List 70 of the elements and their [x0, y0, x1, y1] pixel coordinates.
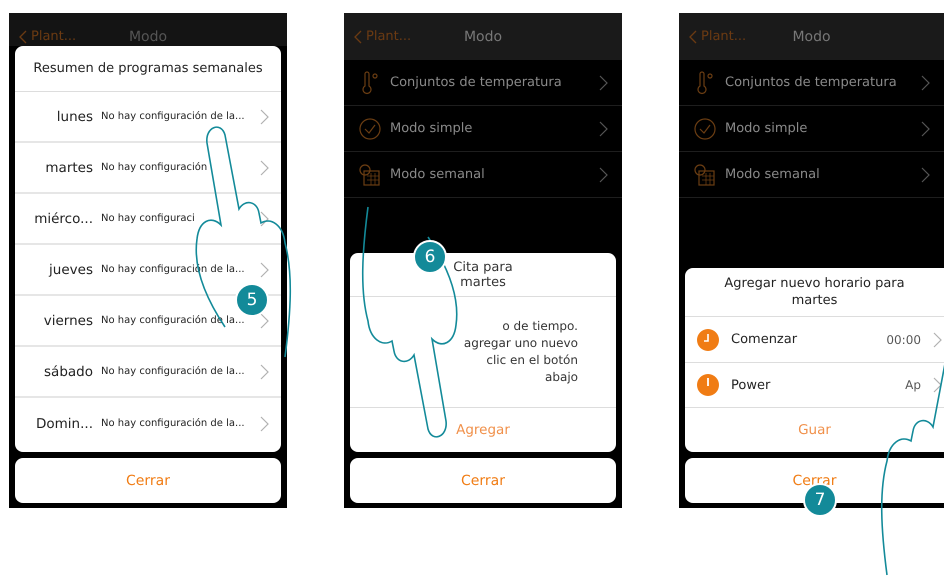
- dialog-title: Resumen de programas semanales: [15, 46, 281, 92]
- menu-label: Modo simple: [725, 121, 808, 136]
- day-label: Domin...: [35, 416, 94, 432]
- dialog-title: Cita para martes: [452, 258, 514, 292]
- chevron-icon: [921, 120, 930, 136]
- menu-label: Modo simple: [390, 121, 474, 136]
- menu-label: Modo semanal: [390, 167, 486, 182]
- message-text: clic en el botón: [486, 352, 578, 369]
- menu-label: Conjuntos de temperatura: [725, 75, 898, 90]
- day-label: miérco...: [33, 210, 94, 226]
- chevron-icon: [933, 332, 942, 348]
- menu-label: Modo semanal: [725, 167, 821, 182]
- chevron-icon: [921, 74, 930, 90]
- menu-item[interactable]: Modo semanal: [344, 152, 622, 198]
- message-text: agregar uno nuevo: [464, 335, 578, 352]
- chevron-icon: [260, 210, 269, 226]
- chevron-icon: [260, 160, 269, 176]
- day-row[interactable]: Domin... No hay configuración de la...: [15, 398, 281, 449]
- status-text: No hay configuración: [101, 162, 208, 173]
- check-circle-icon: [358, 116, 382, 140]
- status-text: No hay configuración de la...: [101, 111, 246, 122]
- chevron-icon: [599, 166, 608, 182]
- screen-title: Modo: [464, 28, 502, 44]
- calendar-clock-icon: [358, 162, 382, 186]
- menu-item[interactable]: Modo semanal: [679, 152, 944, 198]
- chevron-icon: [260, 108, 269, 124]
- screen-title: Modo: [792, 28, 831, 44]
- day-row[interactable]: lunes No hay configuración de la...: [15, 92, 281, 143]
- setting-row[interactable]: Power Ap: [685, 362, 944, 408]
- chevron-icon: [260, 312, 269, 328]
- back-chevron-icon: [19, 30, 27, 44]
- chevron-icon: [921, 166, 930, 182]
- day-label: lunes: [56, 108, 94, 124]
- menu-item[interactable]: Conjuntos de temperatura: [344, 60, 622, 106]
- chevron-icon: [599, 120, 608, 136]
- setting-row[interactable]: Comenzar 00:00: [685, 317, 944, 363]
- chevron-icon: [260, 416, 269, 432]
- day-row[interactable]: sábado No hay configuración de la...: [15, 347, 281, 398]
- chevron-icon: [933, 377, 942, 394]
- calendar-clock-icon: [693, 162, 717, 186]
- screen-title: Modo: [128, 29, 168, 45]
- day-label: martes: [44, 160, 94, 176]
- status-text: No hay configuración de la...: [101, 366, 246, 377]
- chevron-icon: [260, 262, 269, 278]
- status-text: No hay configuración de la...: [101, 418, 246, 429]
- chevron-icon: [260, 364, 269, 380]
- day-label: jueves: [48, 262, 94, 278]
- step-badge: 6: [413, 240, 447, 274]
- clock-icon: [697, 328, 719, 351]
- dialog-title: Agregar nuevo horario para martes: [685, 268, 944, 318]
- day-label: viernes: [42, 312, 94, 328]
- day-row[interactable]: martes No hay configuración: [15, 143, 281, 194]
- menu-item[interactable]: Modo simple: [344, 106, 622, 152]
- menu-item[interactable]: Modo simple: [679, 106, 944, 152]
- check-circle-icon: [693, 116, 717, 140]
- setting-label: Power: [731, 378, 772, 393]
- menu-label: Conjuntos de temperatura: [390, 75, 563, 90]
- setting-value: Ap: [905, 378, 921, 392]
- menu-item[interactable]: Conjuntos de temperatura: [679, 60, 944, 106]
- back-chevron-icon: [354, 30, 362, 44]
- back-chevron-icon: [689, 30, 697, 44]
- setting-value: 00:00: [886, 332, 921, 347]
- message-text: o de tiempo.: [502, 318, 578, 335]
- setting-label: Comenzar: [731, 332, 798, 348]
- power-icon: [697, 374, 719, 396]
- status-text: No hay configuraci: [101, 213, 196, 224]
- chevron-icon: [599, 74, 608, 90]
- message-text: abajo: [545, 369, 578, 386]
- day-label: sábado: [43, 364, 94, 380]
- day-row[interactable]: miérco... No hay configuraci: [15, 194, 281, 245]
